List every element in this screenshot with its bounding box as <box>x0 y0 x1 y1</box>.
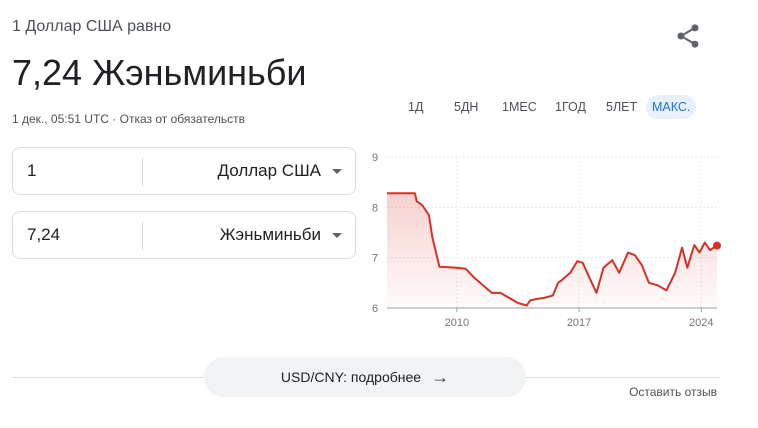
x-tick-label: 2024 <box>689 317 713 329</box>
arrow-right-icon: → <box>431 367 450 387</box>
y-tick-label: 7 <box>372 253 378 265</box>
x-tick-label: 2017 <box>567 317 591 329</box>
y-tick-label: 8 <box>372 202 378 214</box>
divider-left <box>12 377 204 378</box>
share-button[interactable] <box>674 22 702 50</box>
share-icon <box>677 24 699 48</box>
from-currency-select[interactable]: Доллар США <box>218 161 321 181</box>
triangle-down-icon[interactable] <box>332 233 342 238</box>
to-amount-input[interactable]: 7,24 <box>27 225 60 245</box>
subtitle: 1 Доллар США равно <box>12 18 172 35</box>
tab-1m[interactable]: 1МЕС <box>496 95 543 119</box>
from-amount-row: 1 Доллар США <box>12 147 356 195</box>
tab-1y[interactable]: 1ГОД <box>549 95 592 119</box>
tab-5y[interactable]: 5ЛЕТ <box>600 95 643 119</box>
divider <box>142 158 143 186</box>
tab-1d[interactable]: 1Д <box>402 95 429 119</box>
divider <box>142 222 143 250</box>
divider-right <box>526 377 720 378</box>
timestamp-disclaimer: 1 дек., 05:51 UTC · Отказ от обязательст… <box>12 112 246 126</box>
details-label: USD/CNY: подробнее <box>280 369 422 385</box>
to-amount-row: 7,24 Жэньминьби <box>12 211 356 259</box>
triangle-down-icon[interactable] <box>332 169 342 174</box>
tab-5d[interactable]: 5ДН <box>448 95 484 119</box>
x-tick-label: 2010 <box>445 317 469 329</box>
y-tick-label: 9 <box>372 152 378 164</box>
details-button[interactable]: USD/CNY: подробнее → <box>204 357 526 397</box>
tab-max[interactable]: МАКС. <box>646 95 697 119</box>
from-amount-input[interactable]: 1 <box>27 161 36 181</box>
exchange-rate: 7,24 Жэньминьби <box>12 52 307 93</box>
y-tick-label: 6 <box>372 303 378 315</box>
rate-chart: 9 8 7 6 2010 2017 2024 <box>372 152 721 329</box>
feedback-link[interactable]: Оставить отзыв <box>629 385 717 399</box>
end-point <box>713 241 721 250</box>
to-currency-select[interactable]: Жэньминьби <box>220 225 321 245</box>
